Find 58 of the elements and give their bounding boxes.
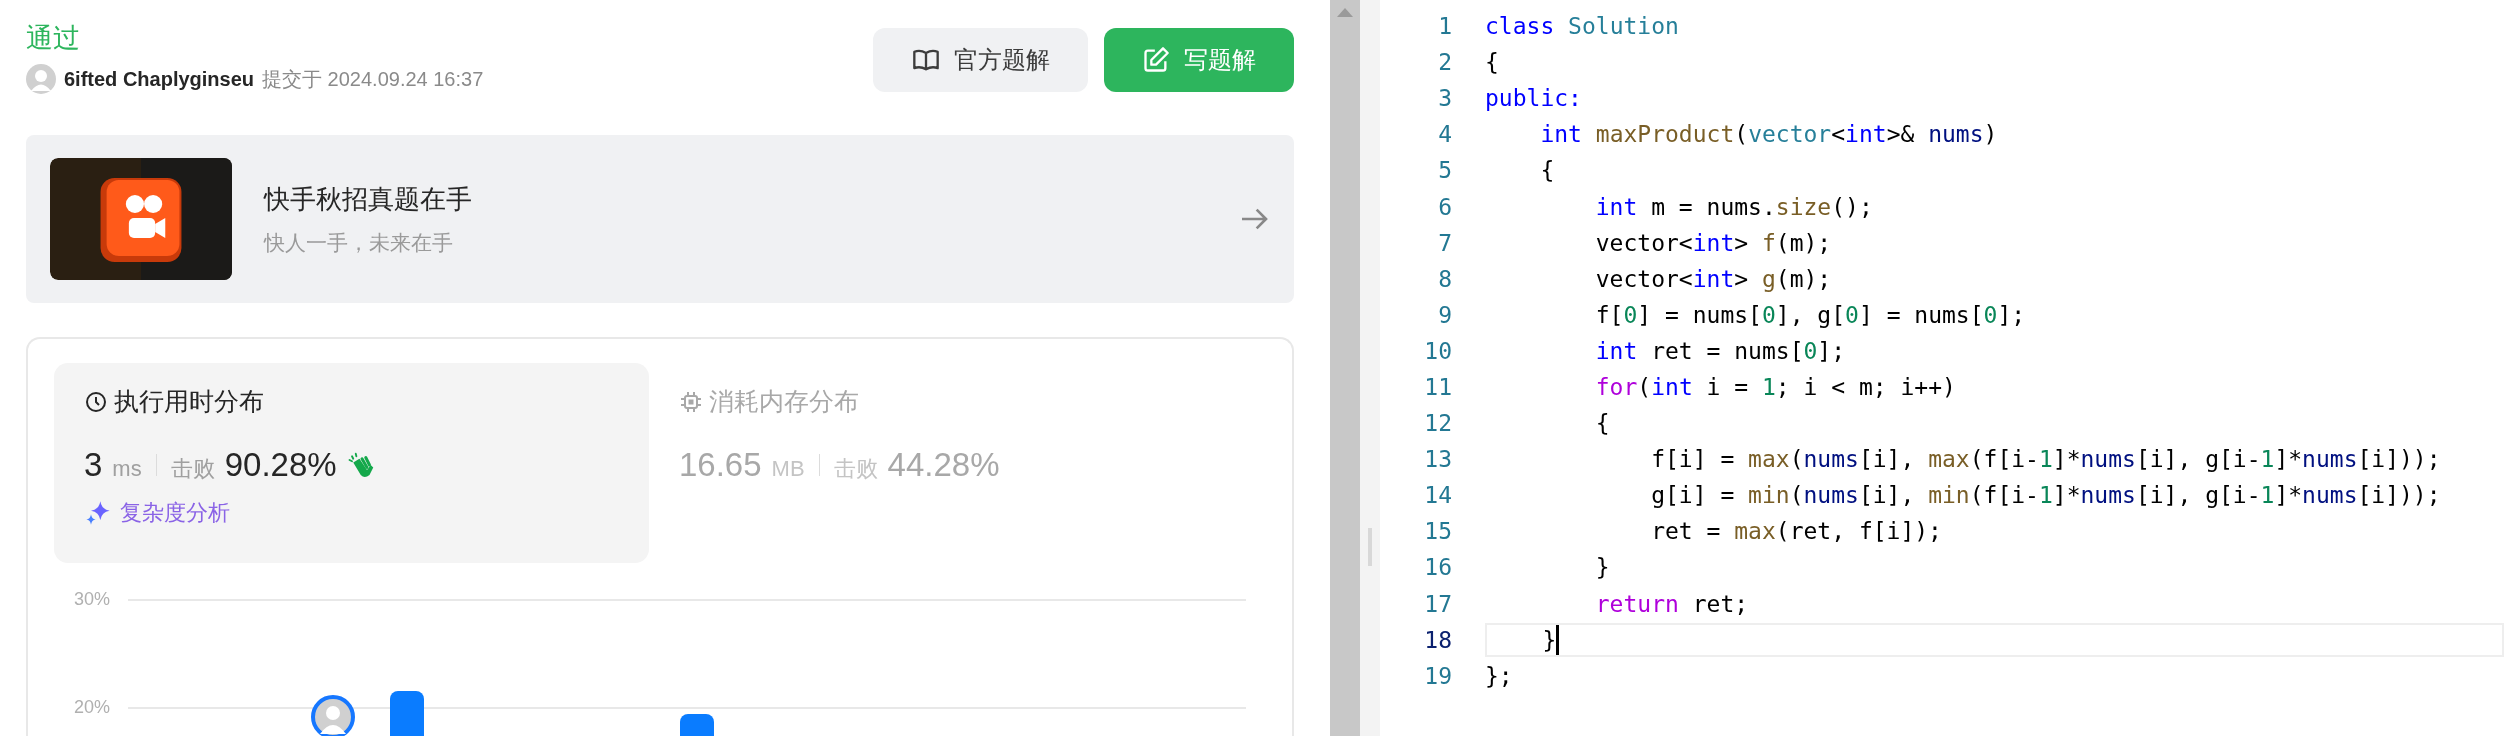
runtime-tab[interactable]: 执行用时分布 3 ms 击败 90.28% 复杂度分析 — [54, 363, 649, 563]
line-number: 18 — [1423, 626, 1453, 653]
status-label: 通过 — [26, 22, 81, 55]
code-line: } — [1594, 553, 1610, 583]
line-number: 2 — [1437, 49, 1453, 76]
beat-percent: 90.28% — [224, 446, 337, 484]
code-line: int m = nums.size(); — [1594, 192, 1873, 222]
line-number: 6 — [1437, 193, 1453, 220]
line-number: 17 — [1423, 590, 1453, 617]
line-number: 14 — [1423, 482, 1453, 509]
code-line: for(int i = 1; i < m; i++) — [1594, 373, 1956, 402]
code-line: public: — [1485, 84, 1582, 114]
code-line: ret = max(ret, f[i]); — [1650, 517, 1942, 547]
line-number: 11 — [1423, 374, 1453, 400]
submit-time: 提交于 2024.09.24 16:37 — [262, 66, 484, 92]
code-line: class Solution — [1485, 12, 1679, 42]
code-line: f[i] = max(nums[i], max(f[i-1]*nums[i], g[i-1]*nums[i])); — [1650, 445, 2441, 475]
line-number: 3 — [1437, 85, 1453, 112]
code-line: g[i] = min(nums[i], min(f[i-1]*nums[i], g[i-1]*nums[i])); — [1650, 481, 2441, 511]
banner-title: 快手秋招真题在手 — [264, 182, 473, 216]
author-name[interactable]: 6ifted Chaplyginseu — [64, 67, 255, 91]
code-line: vector<int> g(m); — [1594, 264, 1832, 294]
line-number: 10 — [1423, 337, 1453, 364]
complexity-analysis-link[interactable]: 复杂度分析 — [84, 498, 230, 528]
promo-banner[interactable]: 快手秋招真题在手 快人一手，未来在手 — [26, 135, 1294, 303]
official-solution-button[interactable]: 官方题解 — [873, 28, 1088, 92]
beat-label: 击败 — [170, 455, 215, 483]
line-number: 16 — [1423, 554, 1453, 581]
code-line: return ret; — [1594, 589, 1749, 619]
line-number: 5 — [1437, 157, 1453, 184]
line-number: 19 — [1423, 662, 1453, 689]
code-line: int maxProduct(vector<int>& nums) — [1539, 120, 1998, 150]
line-number: 12 — [1423, 410, 1453, 437]
stat-unit: MB — [771, 456, 805, 482]
banner-subtitle: 快人一手，未来在手 — [264, 229, 454, 256]
line-number: 15 — [1423, 518, 1453, 545]
line-number: 9 — [1437, 301, 1453, 328]
stat-unit: ms — [112, 456, 142, 482]
line-number: 7 — [1437, 229, 1453, 256]
line-number: 13 — [1423, 446, 1453, 473]
code-line: { — [1485, 48, 1499, 78]
stat-value: 16.65 — [679, 446, 762, 484]
code-line: vector<int> f(m); — [1594, 228, 1832, 258]
stat-value: 3 — [84, 446, 103, 484]
stat-title: 消耗内存分布 — [709, 386, 859, 417]
code-line: int ret = nums[0]; — [1594, 336, 1846, 366]
code-line: { — [1594, 409, 1610, 439]
line-number: 4 — [1437, 121, 1453, 148]
code-line: }; — [1485, 661, 1513, 691]
beat-label: 击败 — [833, 455, 878, 483]
code-line: f[0] = nums[0], g[0] = nums[0]; — [1594, 300, 2026, 330]
axis-tick-label: 20% — [72, 697, 110, 718]
stat-title: 执行用时分布 — [114, 386, 264, 417]
beat-percent: 44.28% — [887, 446, 1000, 484]
line-number: 8 — [1437, 265, 1453, 292]
code-line: { — [1539, 156, 1555, 186]
axis-tick-label: 30% — [72, 589, 110, 610]
line-number: 1 — [1437, 13, 1453, 40]
